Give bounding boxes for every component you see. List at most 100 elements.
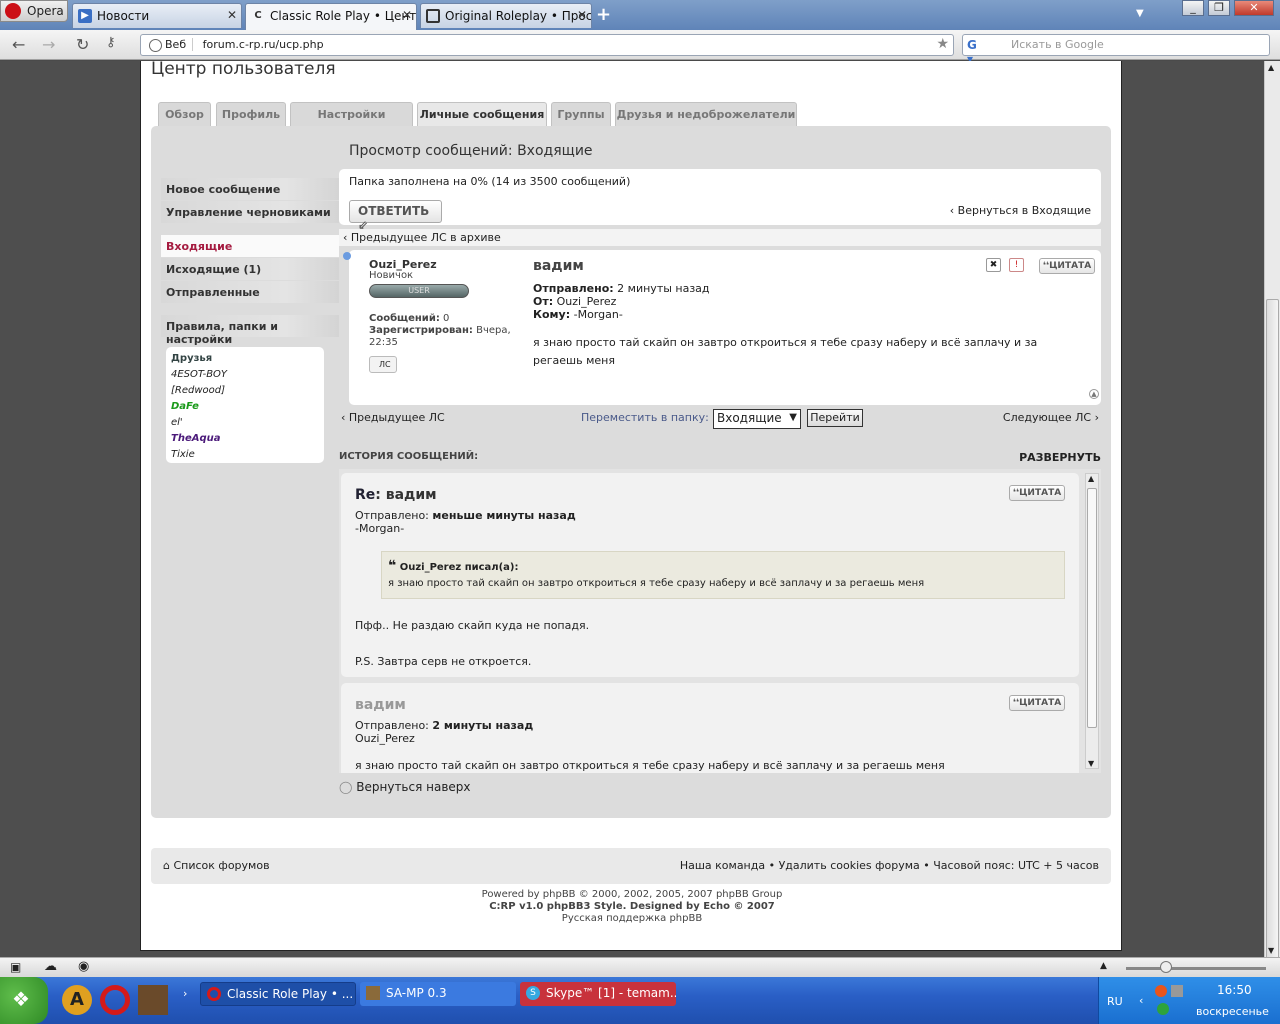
forum-list-label: Список форумов: [173, 859, 270, 872]
history-scrollbar[interactable]: ▲ ▼: [1085, 473, 1099, 769]
start-button[interactable]: ❖: [0, 977, 48, 1024]
folder-select[interactable]: Входящие ▼: [713, 409, 801, 429]
game-quicklaunch-icon[interactable]: [138, 985, 168, 1015]
page-viewport: Центр пользователя Обзор Профиль Настрой…: [0, 61, 1264, 957]
panel-toggle-icon[interactable]: ▣: [10, 960, 21, 974]
task-skype[interactable]: S Skype™ [1] - temam...: [520, 982, 676, 1006]
zoom-out-icon[interactable]: ▲: [1100, 961, 1107, 971]
tray-app-icon[interactable]: [1157, 1003, 1169, 1015]
network-icon[interactable]: [1171, 985, 1183, 997]
tray-expand-icon[interactable]: ‹: [1139, 994, 1143, 1007]
next-pm-link[interactable]: Следующее ЛС ›: [1003, 411, 1099, 424]
phpbb-link[interactable]: phpBB: [543, 889, 576, 900]
minimize-icon[interactable]: _: [1182, 0, 1204, 16]
tab-private-messages[interactable]: Личные сообщения: [417, 102, 547, 128]
search-field[interactable]: G ▾ Искать в Google: [962, 34, 1270, 66]
send-pm-button[interactable]: ЛС: [369, 356, 397, 373]
reload-icon[interactable]: ↻: [76, 35, 89, 54]
quote-button[interactable]: ❛❛ЦИТАТА: [1009, 485, 1065, 501]
prev-pm-link[interactable]: ‹ Предыдущее ЛС: [341, 411, 445, 424]
language-indicator[interactable]: RU: [1107, 995, 1123, 1008]
clock-time[interactable]: 16:50: [1217, 983, 1252, 997]
from-value[interactable]: Ouzi_Perez: [557, 295, 617, 308]
go-button[interactable]: Перейти: [807, 409, 863, 427]
close-icon[interactable]: ✕: [577, 8, 587, 22]
back-to-top-link[interactable]: ◯ Вернуться наверх: [339, 780, 471, 794]
menu-rules-folders-settings[interactable]: Правила, папки и настройки: [161, 315, 339, 346]
menu-folder-sent[interactable]: Отправленные: [161, 281, 339, 303]
scroll-down-icon[interactable]: ▼: [1088, 759, 1094, 768]
tray-app-icon[interactable]: [1155, 985, 1167, 997]
task-samp[interactable]: SA-MP 0.3: [360, 982, 516, 1006]
tab-classic-role-play[interactable]: C Classic Role Play • Цент... ✕: [245, 3, 417, 30]
opera-menu-button[interactable]: Opera: [0, 0, 68, 22]
page-scrollbar[interactable]: ▲ ▼: [1264, 61, 1280, 999]
skype-task-icon: S: [526, 986, 540, 1000]
tab-friends-foes[interactable]: Друзья и недоброжелатели: [615, 102, 797, 127]
menu-folder-outbox[interactable]: Исходящие (1): [161, 258, 339, 280]
new-tab-plus-icon[interactable]: +: [596, 4, 611, 25]
go-top-icon[interactable]: ▲: [1089, 389, 1099, 399]
quote-block: ❝ Ouzi_Perez писал(а): я знаю просто тай…: [381, 551, 1065, 599]
quote-button[interactable]: ❛❛ЦИТАТА: [1009, 695, 1065, 711]
close-icon[interactable]: ✕: [402, 8, 412, 22]
scroll-down-icon[interactable]: ▼: [1268, 946, 1274, 955]
friend-link[interactable]: 4ESOT-BOY: [171, 367, 319, 383]
tab-menu-arrow-icon[interactable]: ▼: [1136, 8, 1144, 19]
tab-groups[interactable]: Группы: [551, 102, 611, 127]
maximize-icon[interactable]: ❐: [1208, 0, 1230, 16]
history-subject: Re: вадим: [355, 487, 437, 503]
opera-quicklaunch-icon[interactable]: [100, 985, 130, 1015]
quote-button[interactable]: ❛❛ЦИТАТА: [1039, 258, 1095, 274]
back-to-inbox-link[interactable]: ‹ Вернуться в Входящие: [950, 204, 1091, 217]
tab-original-roleplay[interactable]: Original Roleplay • Прос... ✕: [420, 3, 592, 28]
pm-button-label: ЛС: [379, 360, 391, 369]
friend-link[interactable]: Tixie: [171, 447, 319, 463]
scrollbar-thumb[interactable]: [1266, 299, 1279, 999]
star-bookmark-icon[interactable]: ★: [936, 36, 949, 52]
zoom-slider[interactable]: [1126, 967, 1266, 970]
quicklaunch-more-icon[interactable]: ›: [183, 987, 187, 1000]
close-window-icon[interactable]: ✕: [1234, 0, 1274, 16]
scroll-up-icon[interactable]: ▲: [1088, 474, 1094, 483]
back-arrow-icon[interactable]: ←: [12, 35, 25, 54]
address-field[interactable]: Веб forum.c-rp.ru/ucp.php ★: [140, 34, 954, 56]
tab-overview[interactable]: Обзор: [158, 102, 211, 127]
prev-pm-label: Предыдущее ЛС: [348, 411, 445, 424]
site-info-badge[interactable]: Веб: [147, 38, 194, 52]
menu-new-message[interactable]: Новое сообщение: [161, 178, 339, 200]
to-value[interactable]: -Morgan-: [574, 308, 623, 321]
support-credit[interactable]: Русская поддержка phpBB: [141, 913, 1123, 925]
expand-link[interactable]: РАЗВЕРНУТЬ: [1019, 451, 1101, 464]
scroll-up-icon[interactable]: ▲: [1268, 63, 1274, 72]
cloud-icon[interactable]: ☁: [44, 959, 57, 974]
tab-forum-settings[interactable]: Настройки форума: [290, 102, 413, 145]
speed-dial-icon[interactable]: ◉: [78, 959, 89, 974]
home-icon: ⌂: [163, 859, 170, 872]
reply-label: ОТВЕТИТЬ: [358, 204, 430, 218]
forward-arrow-icon[interactable]: →: [42, 35, 55, 54]
prev-archived-pm-link[interactable]: ‹ Предыдущее ЛС в архиве: [339, 229, 1101, 246]
close-icon[interactable]: ✕: [227, 8, 237, 22]
zoom-slider-handle[interactable]: [1160, 961, 1172, 973]
friend-link[interactable]: DaFe: [171, 399, 319, 415]
key-icon[interactable]: ⚷: [106, 35, 116, 50]
aimp-icon[interactable]: A: [62, 985, 92, 1015]
tab-news[interactable]: ▶ Новости ✕: [72, 3, 242, 28]
menu-folder-inbox[interactable]: Входящие: [161, 235, 339, 257]
friend-link[interactable]: el': [171, 415, 319, 431]
delete-icon[interactable]: ✖: [986, 258, 1001, 272]
tab-profile[interactable]: Профиль: [216, 102, 286, 127]
quote-label: ЦИТАТА: [1019, 698, 1062, 708]
message-history: Re: вадим Отправлено: меньше минуты наза…: [339, 469, 1101, 773]
reply-button[interactable]: ОТВЕТИТЬ ⇙: [349, 200, 442, 232]
menu-manage-drafts[interactable]: Управление черновиками: [161, 201, 339, 223]
scrollbar-thumb[interactable]: [1087, 488, 1097, 728]
footer-links[interactable]: Наша команда • Удалить cookies форума • …: [680, 859, 1099, 872]
task-opera[interactable]: Classic Role Play • ...: [200, 982, 356, 1006]
forum-footer: ⌂ Список форумов Наша команда • Удалить …: [151, 848, 1111, 884]
report-icon[interactable]: !: [1009, 258, 1024, 272]
friend-link[interactable]: TheAqua: [171, 431, 319, 447]
friend-link[interactable]: [Redwood]: [171, 383, 319, 399]
forum-list-link[interactable]: ⌂ Список форумов: [163, 859, 270, 872]
